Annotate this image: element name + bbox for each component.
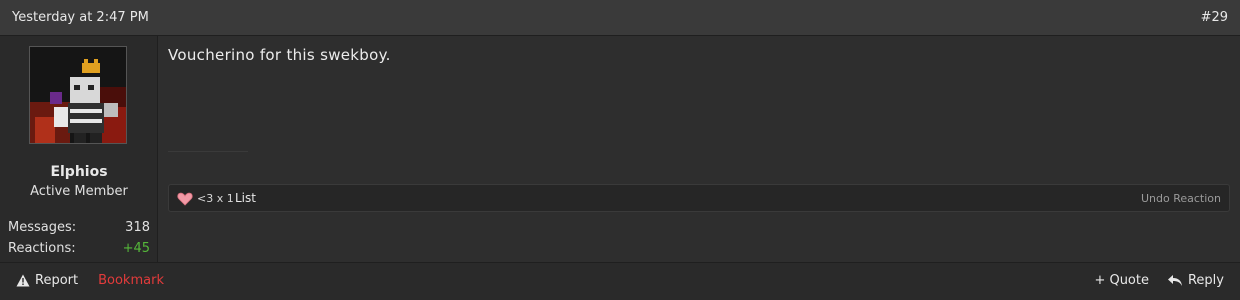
- avatar[interactable]: [29, 46, 127, 144]
- stat-label: Reactions:: [8, 241, 76, 256]
- stat-label: Messages:: [8, 220, 77, 235]
- stat-messages: Messages: 318: [8, 220, 150, 235]
- reply-button[interactable]: Reply: [1167, 273, 1224, 288]
- user-title: Active Member: [30, 184, 128, 199]
- stat-reactions: Reactions: +45: [8, 241, 150, 256]
- username[interactable]: Elphios: [0, 164, 158, 180]
- forum-post: Yesterday at 2:47 PM #29 Elphios Active …: [0, 0, 1240, 300]
- stat-value: +45: [122, 241, 150, 256]
- user-pane: Elphios Active Member Messages: 318 Reac…: [0, 36, 158, 262]
- signature-divider: [168, 151, 248, 152]
- reaction-bar: <3 x 1 List Undo Reaction: [168, 184, 1230, 212]
- post-header: Yesterday at 2:47 PM #29: [0, 0, 1240, 36]
- warning-icon: [16, 274, 30, 287]
- post-number[interactable]: #29: [1201, 10, 1228, 25]
- post-body: Voucherino for this swekboy. <3 x 1 List…: [158, 36, 1240, 262]
- report-button[interactable]: Report: [16, 273, 78, 288]
- post-date[interactable]: Yesterday at 2:47 PM: [12, 10, 149, 25]
- heart-icon: [177, 192, 193, 206]
- reaction-summary[interactable]: <3 x 1: [197, 192, 234, 205]
- reaction-list-link[interactable]: List: [235, 191, 256, 205]
- report-label: Report: [35, 273, 79, 288]
- bookmark-label: Bookmark: [98, 273, 164, 288]
- reply-arrow-icon: [1167, 275, 1182, 286]
- reply-label: Reply: [1187, 273, 1224, 288]
- quote-button[interactable]: + Quote: [1094, 273, 1149, 288]
- stat-value: 318: [125, 220, 150, 235]
- avatar-image: [30, 47, 126, 143]
- post-footer: Report Bookmark + Quote Reply: [0, 262, 1240, 300]
- quote-label: + Quote: [1094, 273, 1149, 288]
- undo-reaction-link[interactable]: Undo Reaction: [1141, 192, 1221, 205]
- message-text: Voucherino for this swekboy.: [168, 46, 391, 64]
- bookmark-button[interactable]: Bookmark: [98, 273, 164, 288]
